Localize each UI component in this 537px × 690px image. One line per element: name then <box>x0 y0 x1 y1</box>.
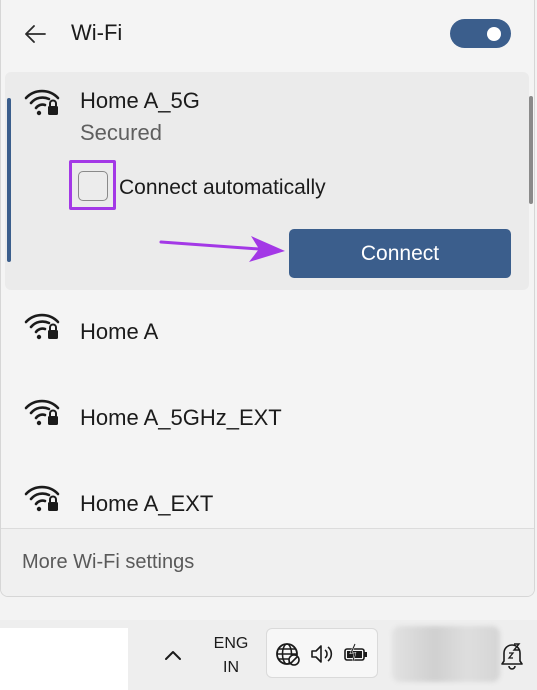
arrow-left-icon <box>25 25 46 43</box>
network-list: Home A_5G Secured Connect automatically … <box>1 72 534 528</box>
speaker-icon <box>311 645 333 663</box>
toggle-knob <box>487 27 501 41</box>
selection-indicator <box>7 98 11 262</box>
pointer-arrow-annotation <box>159 236 285 262</box>
network-status: Secured <box>80 120 162 145</box>
chevron-up-icon <box>165 651 181 660</box>
quick-settings-button[interactable] <box>266 628 378 678</box>
connect-automatically-label[interactable]: Connect automatically <box>119 176 326 200</box>
wifi-secured-icon <box>24 485 60 512</box>
network-name: Home A <box>80 319 159 344</box>
network-item[interactable]: Home A_5GHz_EXT <box>1 380 534 458</box>
notification-bell-icon[interactable] <box>498 640 526 670</box>
language-indicator[interactable]: ENG IN <box>208 632 254 680</box>
scrollbar-thumb[interactable] <box>529 96 533 204</box>
taskbar: ENG IN <box>0 620 537 690</box>
wifi-flyout: Wi-Fi Home A_5G Secured Connect automati… <box>0 0 535 597</box>
network-item-expanded[interactable]: Home A_5G Secured Connect automatically … <box>5 72 533 290</box>
wifi-secured-icon <box>24 89 60 116</box>
back-button[interactable] <box>19 18 51 50</box>
flyout-footer: More Wi-Fi settings <box>1 528 534 596</box>
region-code: IN <box>223 659 239 676</box>
language-code: ENG <box>213 635 249 652</box>
globe-icon <box>276 643 300 666</box>
battery-charging-icon <box>344 643 367 662</box>
connect-automatically-checkbox[interactable] <box>78 171 108 201</box>
connect-button[interactable]: Connect <box>289 229 511 278</box>
page-title: Wi-Fi <box>71 20 123 45</box>
flyout-header: Wi-Fi <box>1 0 534 68</box>
more-wifi-settings-link[interactable]: More Wi-Fi settings <box>22 551 194 574</box>
network-name: Home A_5G <box>80 88 200 113</box>
taskbar-left-area <box>0 628 128 690</box>
wifi-toggle[interactable] <box>450 19 511 48</box>
wifi-secured-icon <box>24 399 60 426</box>
network-name: Home A_5GHz_EXT <box>80 405 282 430</box>
network-item[interactable]: Home A_EXT <box>1 466 534 528</box>
show-hidden-icons-button[interactable] <box>160 640 186 670</box>
network-name: Home A_EXT <box>80 491 214 516</box>
network-item[interactable]: Home A <box>1 294 534 372</box>
blurred-clock-area[interactable] <box>392 626 500 682</box>
wifi-secured-icon <box>24 313 60 340</box>
